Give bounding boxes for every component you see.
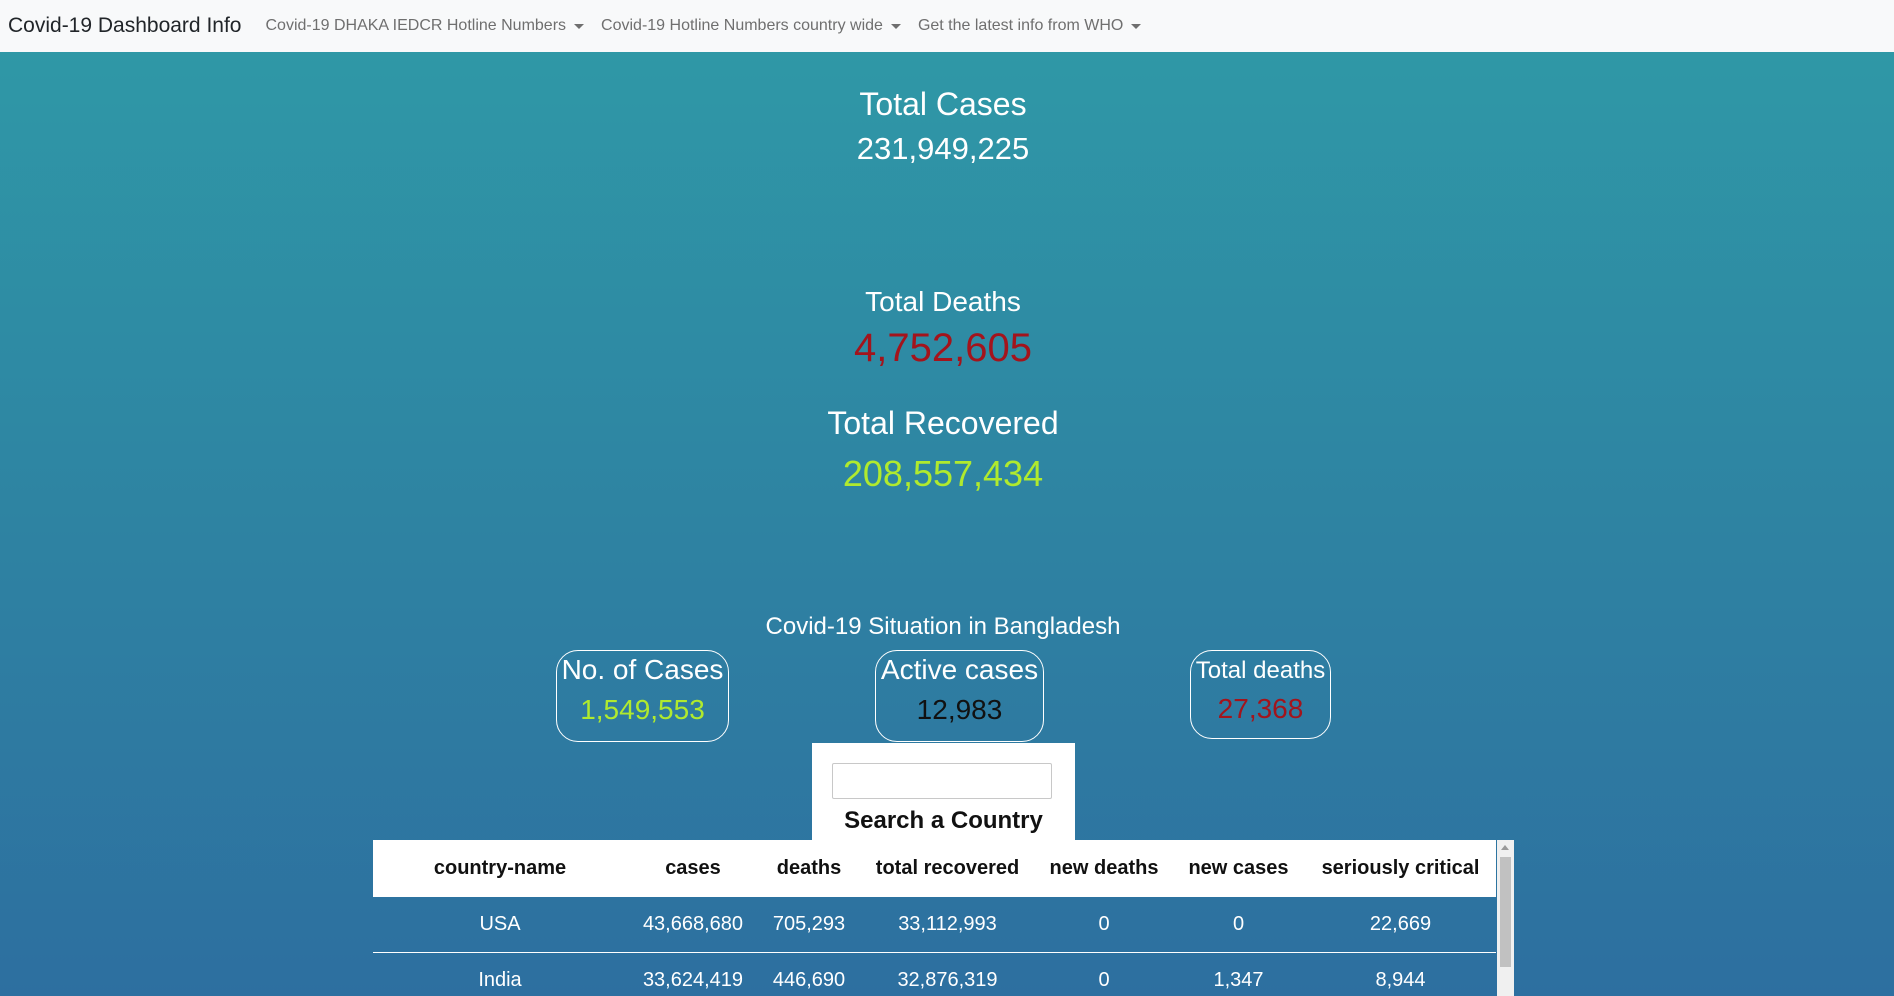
bd-deaths-label: Total deaths <box>1195 657 1326 684</box>
total-cases-block: Total Cases 231,949,225 <box>0 86 1886 167</box>
nav-item-label: Covid-19 DHAKA IEDCR Hotline Numbers <box>265 17 567 34</box>
table-cell: 8,944 <box>1305 952 1496 996</box>
total-cases-value: 231,949,225 <box>856 131 1030 166</box>
caret-down-icon <box>574 23 585 29</box>
caret-down-icon <box>1131 23 1142 29</box>
table-cell: India <box>373 952 627 996</box>
column-header[interactable]: new deaths <box>1036 840 1172 897</box>
bd-cases-label: No. of Cases <box>561 654 724 685</box>
country-search-input[interactable] <box>832 763 1052 799</box>
scrollbar-thumb[interactable] <box>1500 857 1511 967</box>
column-header[interactable]: deaths <box>759 840 859 897</box>
bd-active-card: Active cases 12,983 <box>875 650 1044 742</box>
top-navbar: Covid-19 Dashboard Info Covid-19 DHAKA I… <box>0 0 1894 52</box>
bangladesh-section-title: Covid-19 Situation in Bangladesh <box>765 613 1121 640</box>
search-panel: Search a Country <box>812 743 1075 840</box>
table-cell: 43,668,680 <box>627 896 759 953</box>
table-cell: 446,690 <box>759 952 859 996</box>
brand-title[interactable]: Covid-19 Dashboard Info <box>8 14 241 38</box>
table-header-row: country-name cases deaths total recovere… <box>373 840 1496 897</box>
column-header[interactable]: total recovered <box>859 840 1036 897</box>
table-cell: 1,347 <box>1172 952 1305 996</box>
countries-table: country-name cases deaths total recovere… <box>373 840 1496 996</box>
nav-dhaka-hotline-dropdown[interactable]: Covid-19 DHAKA IEDCR Hotline Numbers <box>265 17 585 35</box>
column-header[interactable]: seriously critical <box>1305 840 1496 897</box>
total-deaths-block: Total Deaths 4,752,605 <box>0 286 1886 371</box>
table-cell: 32,876,319 <box>859 952 1036 996</box>
bd-active-value: 12,983 <box>916 694 1003 725</box>
total-deaths-value: 4,752,605 <box>854 326 1032 370</box>
total-recovered-value: 208,557,434 <box>842 453 1044 494</box>
bd-cases-value: 1,549,553 <box>580 694 705 725</box>
table-cell: 0 <box>1172 896 1305 953</box>
table-row[interactable]: USA 43,668,680 705,293 33,112,993 0 0 22… <box>373 896 1496 953</box>
table-cell: 0 <box>1036 896 1172 953</box>
bd-cases-card: No. of Cases 1,549,553 <box>556 650 729 742</box>
bd-active-label: Active cases <box>880 654 1039 685</box>
column-header[interactable]: cases <box>627 840 759 897</box>
total-recovered-block: Total Recovered 208,557,434 <box>0 405 1886 495</box>
table-row[interactable]: India 33,624,419 446,690 32,876,319 0 1,… <box>373 952 1496 996</box>
table-cell: USA <box>373 896 627 953</box>
table-cell: 0 <box>1036 952 1172 996</box>
nav-item-label: Get the latest info from WHO <box>917 17 1124 34</box>
column-header[interactable]: country-name <box>373 840 627 897</box>
table-cell: 705,293 <box>759 896 859 953</box>
table-cell: 33,624,419 <box>627 952 759 996</box>
caret-down-icon <box>890 23 901 29</box>
nav-item-label: Covid-19 Hotline Numbers country wide <box>601 17 883 34</box>
total-cases-label: Total Cases <box>859 86 1027 122</box>
total-recovered-label: Total Recovered <box>827 405 1059 441</box>
countries-table-container: country-name cases deaths total recovere… <box>373 840 1514 996</box>
nav-who-info-dropdown[interactable]: Get the latest info from WHO <box>917 17 1142 35</box>
table-scrollbar[interactable] <box>1497 840 1514 996</box>
column-header[interactable]: new cases <box>1172 840 1305 897</box>
scroll-up-arrow-icon[interactable] <box>1501 845 1509 850</box>
total-deaths-label: Total Deaths <box>865 286 1021 317</box>
nav-countrywide-hotline-dropdown[interactable]: Covid-19 Hotline Numbers country wide <box>601 17 901 35</box>
bd-deaths-card: Total deaths 27,368 <box>1190 650 1331 739</box>
table-cell: 33,112,993 <box>859 896 1036 953</box>
search-label: Search a Country <box>844 807 1043 834</box>
bd-deaths-value: 27,368 <box>1217 693 1304 724</box>
table-cell: 22,669 <box>1305 896 1496 953</box>
